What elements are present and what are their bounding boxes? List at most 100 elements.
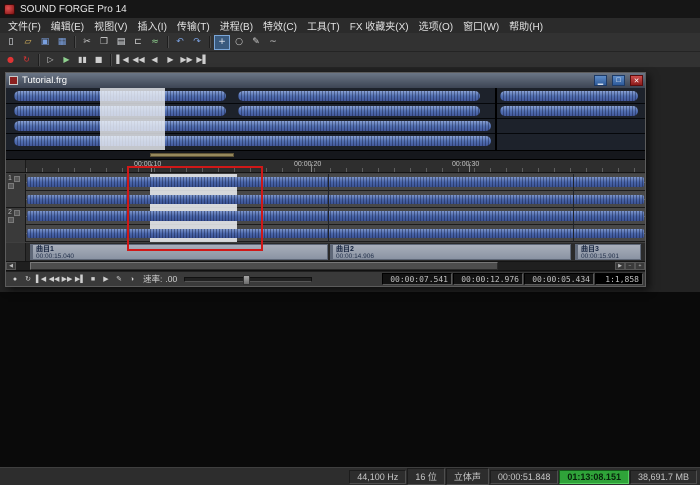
minimize-icon[interactable]: ▁ xyxy=(594,75,607,86)
edit-tool-icon[interactable]: + xyxy=(214,35,230,50)
cut-icon[interactable]: ✂ xyxy=(79,35,95,50)
play-all-icon[interactable]: ▷ xyxy=(43,53,58,66)
menu-help[interactable]: 帮助(H) xyxy=(504,18,548,33)
track-area[interactable]: 1 2 xyxy=(6,173,645,243)
record-icon[interactable]: ● xyxy=(3,53,18,66)
document-title: Tutorial.frg xyxy=(22,75,589,86)
horizontal-scrollbar[interactable]: ◀ ▶ − + xyxy=(6,262,645,271)
record-icon[interactable]: ● xyxy=(9,273,21,285)
menu-edit[interactable]: 编辑(E) xyxy=(46,18,89,33)
waveform xyxy=(27,195,644,204)
scroll-left-icon[interactable]: ◀ xyxy=(6,262,16,270)
menu-process[interactable]: 进程(B) xyxy=(215,18,258,33)
length-field: 00:00:51.848 xyxy=(490,470,559,484)
open-file-icon[interactable]: ▱ xyxy=(20,35,36,50)
paste-icon[interactable]: ▤ xyxy=(113,35,129,50)
rate-label: 速率: xyxy=(143,273,162,285)
pause-icon[interactable]: ▮▮ xyxy=(75,53,90,66)
new-file-icon[interactable]: ▯ xyxy=(3,35,19,50)
go-to-end-icon[interactable]: ▶▌ xyxy=(195,53,210,66)
close-icon[interactable]: ✕ xyxy=(630,75,643,86)
menu-window[interactable]: 窗口(W) xyxy=(458,18,504,33)
play-icon[interactable]: ▶ xyxy=(59,53,74,66)
region-block[interactable]: 曲目3 00:00:15.901 xyxy=(575,244,641,260)
waveform-blob xyxy=(500,106,638,116)
magnify-tool-icon[interactable]: ○ xyxy=(231,35,247,50)
pencil-tool-icon[interactable]: ✎ xyxy=(113,273,125,285)
region-block[interactable]: 曲目2 00:00:14.906 xyxy=(330,244,571,260)
overview-selection-region[interactable] xyxy=(100,88,165,150)
ruler-minor-ticks xyxy=(26,168,645,172)
rate-value: .00 xyxy=(165,274,177,284)
maximize-icon[interactable]: □ xyxy=(612,75,625,86)
rewind-icon[interactable]: ◀◀ xyxy=(131,53,146,66)
menu-insert[interactable]: 插入(I) xyxy=(132,18,171,33)
track-header[interactable]: 1 xyxy=(6,174,25,208)
region-time: 00:00:15.040 xyxy=(36,253,327,260)
track-lane[interactable] xyxy=(6,225,645,242)
region-name: 曲目3 xyxy=(581,246,640,253)
waveform-blob xyxy=(238,106,480,116)
region-name: 曲目2 xyxy=(336,246,570,253)
menu-effects[interactable]: 特效(C) xyxy=(258,18,302,33)
scroll-right-icon[interactable]: ▶ xyxy=(615,262,625,270)
loop-playback-icon[interactable]: ↻ xyxy=(19,53,34,66)
ruler-label: 00:00:30 xyxy=(452,161,479,168)
zoom-out-icon[interactable]: − xyxy=(625,262,635,270)
menu-fx-favorites[interactable]: FX 收藏夹(X) xyxy=(345,18,414,33)
menu-tools[interactable]: 工具(T) xyxy=(302,18,345,33)
fast-forward-icon[interactable]: ▶▶ xyxy=(61,273,73,285)
menu-options[interactable]: 选项(O) xyxy=(414,18,458,33)
menu-file[interactable]: 文件(F) xyxy=(3,18,46,33)
play-icon[interactable]: ▶ xyxy=(100,273,112,285)
go-to-start-icon[interactable]: ▌◀ xyxy=(35,273,47,285)
waveform-overview[interactable] xyxy=(6,88,645,151)
status-bar: 44,100 Hz 16 位 立体声 00:00:51.848 01:13:08… xyxy=(0,467,700,485)
time-ruler[interactable]: 00:00:10 00:00:20 00:00:30 xyxy=(6,160,645,173)
stop-icon[interactable]: ■ xyxy=(87,273,99,285)
menu-view[interactable]: 视图(V) xyxy=(89,18,132,33)
copy-icon[interactable]: ❐ xyxy=(96,35,112,50)
stop-icon[interactable]: ■ xyxy=(91,53,106,66)
loop-playback-icon[interactable]: ↻ xyxy=(22,273,34,285)
mix-icon[interactable]: ≈ xyxy=(147,35,163,50)
rate-slider[interactable] xyxy=(184,277,312,282)
document-body: 00:00:10 00:00:20 00:00:30 xyxy=(6,88,645,286)
envelope-tool-icon[interactable]: ~ xyxy=(265,35,281,50)
region-block[interactable]: 曲目1 00:00:15.040 xyxy=(30,244,328,260)
mute-icon[interactable] xyxy=(14,176,20,182)
fast-forward-icon[interactable]: ▶▶ xyxy=(179,53,194,66)
track-lane[interactable] xyxy=(6,191,645,208)
marker-strip[interactable] xyxy=(6,151,645,160)
trim-icon[interactable]: ⊏ xyxy=(130,35,146,50)
document-window: Tutorial.frg ▁ □ ✕ xyxy=(5,72,646,287)
track-lane[interactable] xyxy=(6,208,645,225)
track-lane[interactable] xyxy=(6,174,645,191)
solo-icon[interactable] xyxy=(8,217,14,223)
app-logo-icon xyxy=(4,4,15,15)
go-to-end-icon[interactable]: ▶▌ xyxy=(74,273,86,285)
step-back-icon[interactable]: ◀ xyxy=(147,53,162,66)
rate-slider-thumb[interactable] xyxy=(243,275,250,285)
undo-icon[interactable]: ↶ xyxy=(172,35,188,50)
save-icon[interactable]: ▣ xyxy=(37,35,53,50)
waveform-blob xyxy=(14,121,491,131)
document-titlebar[interactable]: Tutorial.frg ▁ □ ✕ xyxy=(6,73,645,88)
scrollbar-thumb[interactable] xyxy=(30,262,498,270)
rewind-icon[interactable]: ◀◀ xyxy=(48,273,60,285)
go-to-start-icon[interactable]: ▌◀ xyxy=(115,53,130,66)
mute-icon[interactable] xyxy=(14,210,20,216)
scrollbar-track[interactable] xyxy=(16,262,615,270)
solo-icon[interactable] xyxy=(8,183,14,189)
zoom-in-icon[interactable]: + xyxy=(635,262,645,270)
step-forward-icon[interactable]: ▶ xyxy=(163,53,178,66)
pencil-tool-icon[interactable]: ✎ xyxy=(248,35,264,50)
track-header[interactable]: 2 xyxy=(6,208,25,242)
free-space-field: 38,691.7 MB xyxy=(630,470,697,484)
loop-region-bar[interactable] xyxy=(150,153,234,157)
redo-icon[interactable]: ↷ xyxy=(189,35,205,50)
menu-transport[interactable]: 传输(T) xyxy=(172,18,215,33)
save-as-icon[interactable]: ▦ xyxy=(54,35,70,50)
scrub-control-icon[interactable]: ◑ xyxy=(126,273,138,285)
region-time: 00:00:14.906 xyxy=(336,253,570,260)
